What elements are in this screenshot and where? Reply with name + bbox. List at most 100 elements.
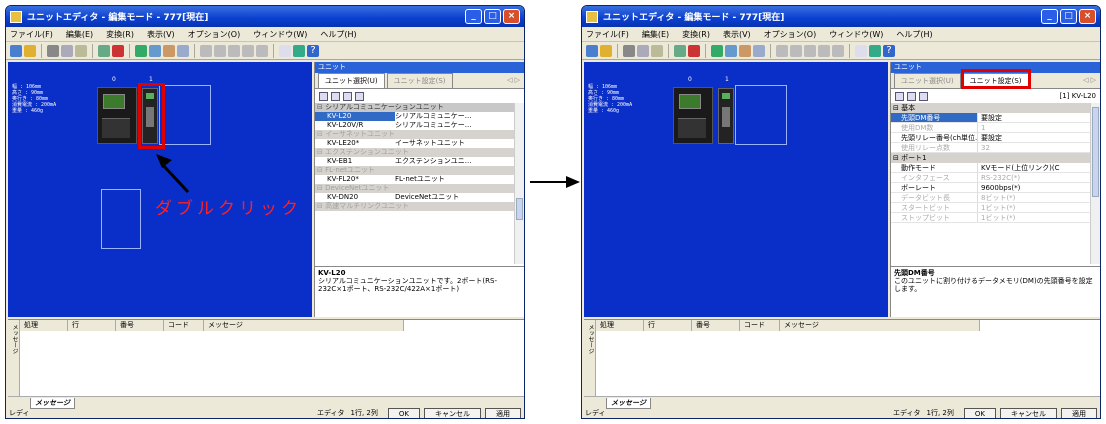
col-process[interactable]: 処理 <box>20 320 68 331</box>
list-item[interactable]: KV-L20V/R シリアルコミュニケー... <box>315 121 515 130</box>
menu-option[interactable]: オプション(O) <box>188 29 241 40</box>
col-code[interactable]: コード <box>164 320 204 331</box>
check-icon[interactable] <box>711 44 723 57</box>
menu-edit[interactable]: 編集(E) <box>642 29 669 40</box>
tab-scroll-arrows[interactable]: ◁ ▷ <box>1083 76 1096 84</box>
setting-row[interactable]: 動作モード KVモード(上位リンク)(C <box>891 163 1091 173</box>
delete-icon[interactable] <box>112 44 124 57</box>
list-item[interactable]: KV-DN20 DeviceNetユニット <box>315 193 515 202</box>
settings-scrollbar[interactable] <box>1090 103 1100 264</box>
title-bar[interactable]: ユニットエディタ - 編集モード - 777[現在] _ □ × <box>582 6 1100 27</box>
close-button[interactable]: × <box>1079 9 1096 24</box>
setting-row[interactable]: ボーレート 9600bps(*) <box>891 183 1091 193</box>
sort-icon[interactable] <box>895 91 904 101</box>
menu-window[interactable]: ウィンドウ(W) <box>829 29 883 40</box>
col-line[interactable]: 行 <box>68 320 116 331</box>
col-number[interactable]: 番号 <box>692 320 740 331</box>
list-item[interactable]: KV-EB1 エクステンションユニ... <box>315 157 515 166</box>
menu-file[interactable]: ファイル(F) <box>10 29 53 40</box>
list-category[interactable]: ⊟ DeviceNetユニット <box>315 184 515 193</box>
view-icon[interactable] <box>319 91 328 101</box>
scroll-thumb[interactable] <box>516 198 523 220</box>
setting-row[interactable]: 先頭リレー番号(ch単位... 要設定 <box>891 133 1091 143</box>
list-category[interactable]: ⊟ 高速マルチリンクユニット <box>315 202 515 211</box>
list-icon[interactable] <box>818 44 830 57</box>
check-icon[interactable] <box>135 44 147 57</box>
monitor-icon[interactable] <box>739 44 751 57</box>
tab-unit-select[interactable]: ユニット選択(U) <box>318 73 385 88</box>
cut-icon[interactable] <box>623 44 635 57</box>
minimize-button[interactable]: _ <box>465 9 482 24</box>
menu-view[interactable]: 表示(V) <box>723 29 751 40</box>
menu-option[interactable]: オプション(O) <box>764 29 817 40</box>
monitor-icon[interactable] <box>163 44 175 57</box>
message-side-tab[interactable]: メッセージ <box>8 320 20 396</box>
col-message[interactable]: メッセージ <box>204 320 404 331</box>
settings-category[interactable]: ⊟ 基本 <box>891 103 1091 113</box>
layout-icon[interactable] <box>790 44 802 57</box>
list-item[interactable]: KV-LE20* イーサネットユニット <box>315 139 515 148</box>
list-item[interactable]: KV-FL20* FL-netユニット <box>315 175 515 184</box>
open-icon[interactable] <box>24 44 36 57</box>
cut-icon[interactable] <box>47 44 59 57</box>
read-icon[interactable] <box>177 44 189 57</box>
edit-icon[interactable] <box>98 44 110 57</box>
paste-icon[interactable] <box>75 44 87 57</box>
cpu-unit[interactable] <box>97 87 137 144</box>
page-icon[interactable] <box>919 91 928 101</box>
cancel-button[interactable]: キャンセル <box>424 407 481 418</box>
empty-slot[interactable] <box>159 85 211 145</box>
copy-icon[interactable] <box>61 44 73 57</box>
delete-icon[interactable] <box>688 44 700 57</box>
message-side-tab[interactable]: メッセージ <box>584 320 596 396</box>
menu-view[interactable]: 表示(V) <box>147 29 175 40</box>
list-item-kv-l20[interactable]: KV-L20 シリアルコミュニケー... <box>315 112 515 121</box>
unit-layout-canvas[interactable]: 幅 : 106mm 高さ : 90mm 奥行き : 80mm 消費電流 : 20… <box>584 62 888 317</box>
list-category[interactable]: ⊟ エクステンションユニット <box>315 148 515 157</box>
filter-icon[interactable] <box>355 91 364 101</box>
filter-icon[interactable] <box>907 91 916 101</box>
close-button[interactable]: × <box>503 9 520 24</box>
open-icon[interactable] <box>600 44 612 57</box>
read-icon[interactable] <box>753 44 765 57</box>
transfer-icon[interactable] <box>725 44 737 57</box>
setting-row[interactable]: スタートビット 1ビット(*) <box>891 203 1091 213</box>
list-category[interactable]: ⊟ FL-netユニット <box>315 166 515 175</box>
cpu-unit[interactable] <box>673 87 713 144</box>
apply-button[interactable]: 適用 <box>485 407 521 418</box>
empty-slot[interactable] <box>735 85 787 145</box>
ok-button[interactable]: OK <box>963 407 996 418</box>
list-icon[interactable] <box>242 44 254 57</box>
ok-button[interactable]: OK <box>387 407 420 418</box>
layout-icon[interactable] <box>214 44 226 57</box>
new-icon[interactable] <box>586 44 598 57</box>
menu-edit[interactable]: 編集(E) <box>66 29 93 40</box>
installed-unit-kv-l20[interactable] <box>718 88 734 144</box>
paste-icon[interactable] <box>651 44 663 57</box>
transfer-icon[interactable] <box>149 44 161 57</box>
empty-slot[interactable] <box>101 189 141 249</box>
copy-icon[interactable] <box>637 44 649 57</box>
maximize-button[interactable]: □ <box>484 9 501 24</box>
pen-icon[interactable] <box>279 44 291 57</box>
setting-row-start-dm[interactable]: 先頭DM番号 要設定 <box>891 113 1091 123</box>
new-icon[interactable] <box>10 44 22 57</box>
setting-row[interactable]: ストップビット 1ビット(*) <box>891 213 1091 223</box>
pen-icon[interactable] <box>855 44 867 57</box>
apply-button[interactable]: 適用 <box>1061 407 1097 418</box>
setting-row[interactable]: 使用リレー点数 32 <box>891 143 1091 153</box>
unit-layout-canvas[interactable]: 幅 : 106mm 高さ : 90mm 奥行き : 80mm 消費電流 : 20… <box>8 62 312 317</box>
tab-scroll-arrows[interactable]: ◁ ▷ <box>507 76 520 84</box>
setting-row[interactable]: データビット長 8ビット(*) <box>891 193 1091 203</box>
table-icon[interactable] <box>256 44 268 57</box>
grid-icon[interactable] <box>228 44 240 57</box>
maximize-button[interactable]: □ <box>1060 9 1077 24</box>
menu-window[interactable]: ウィンドウ(W) <box>253 29 307 40</box>
col-line[interactable]: 行 <box>644 320 692 331</box>
run-icon[interactable] <box>869 44 881 57</box>
list-category[interactable]: ⊟ イーサネットユニット <box>315 130 515 139</box>
scroll-thumb[interactable] <box>1092 107 1099 197</box>
col-message[interactable]: メッセージ <box>780 320 980 331</box>
list-scrollbar[interactable] <box>514 103 524 264</box>
setting-row[interactable]: 使用DM数 1 <box>891 123 1091 133</box>
